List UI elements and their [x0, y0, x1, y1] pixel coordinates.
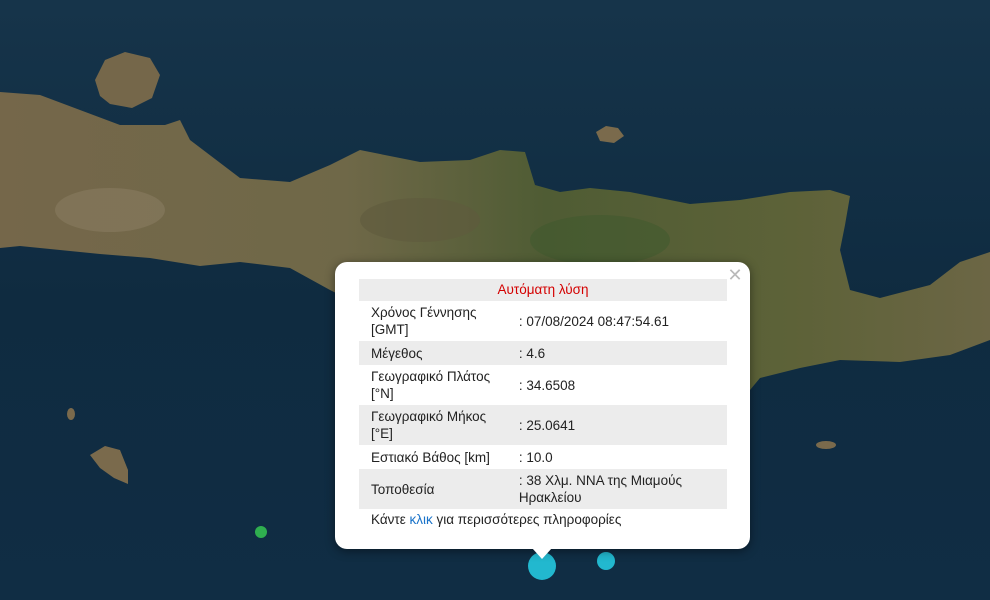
more-info-link[interactable]: κλικ: [410, 512, 433, 527]
row-value: : 25.0641: [510, 405, 727, 445]
forest-area: [530, 215, 670, 265]
table-row: Τοποθεσία : 38 Χλμ. ΝΝΑ της Μιαμούς Ηρακ…: [359, 469, 727, 509]
row-label: Εστιακό Βάθος [km]: [371, 449, 490, 465]
row-value: : 4.6: [510, 341, 727, 365]
row-value: : 34.6508: [518, 377, 576, 393]
islet: [816, 441, 836, 449]
mountain-area: [360, 198, 480, 242]
table-row: Χρόνος Γέννησης [GMT] : 07/08/2024 08:47…: [359, 301, 727, 341]
earthquake-info-popup: ✕ Αυτόματη λύση Χρόνος Γέννησης [GMT] : …: [335, 262, 750, 549]
close-icon[interactable]: ✕: [726, 266, 744, 284]
islet: [67, 408, 75, 420]
footer-suffix: για περισσότερες πληροφορίες: [432, 512, 622, 527]
earthquake-marker-minor[interactable]: [255, 526, 267, 538]
mountain-area: [55, 188, 165, 232]
row-value: : 07/08/2024 08:47:54.61: [518, 313, 669, 329]
earthquake-details-table: Χρόνος Γέννησης [GMT] : 07/08/2024 08:47…: [359, 301, 727, 509]
row-label: Γεωγραφικό Πλάτος [°N]: [371, 369, 491, 401]
row-label: Γεωγραφικό Μήκος [°E]: [359, 405, 511, 445]
row-value: : 10.0: [518, 449, 553, 465]
table-row: Μέγεθος : 4.6: [359, 341, 727, 365]
table-row: Εστιακό Βάθος [km] : 10.0: [359, 445, 727, 469]
row-label: Μέγεθος: [359, 341, 511, 365]
popup-content: Αυτόματη λύση Χρόνος Γέννησης [GMT] : 07…: [359, 279, 727, 527]
popup-title: Αυτόματη λύση: [359, 279, 727, 301]
row-label: Τοποθεσία: [359, 469, 511, 509]
footer-prefix: Κάντε: [371, 512, 410, 527]
row-label: Χρόνος Γέννησης [GMT]: [371, 305, 477, 337]
popup-footer: Κάντε κλικ για περισσότερες πληροφορίες: [359, 512, 727, 527]
table-row: Γεωγραφικό Μήκος [°E] : 25.0641: [359, 405, 727, 445]
earthquake-marker[interactable]: [597, 552, 615, 570]
popup-pointer: [532, 548, 552, 559]
row-value: : 38 Χλμ. ΝΝΑ της Μιαμούς Ηρακλείου: [510, 469, 727, 509]
table-row: Γεωγραφικό Πλάτος [°N] : 34.6508: [359, 365, 727, 405]
